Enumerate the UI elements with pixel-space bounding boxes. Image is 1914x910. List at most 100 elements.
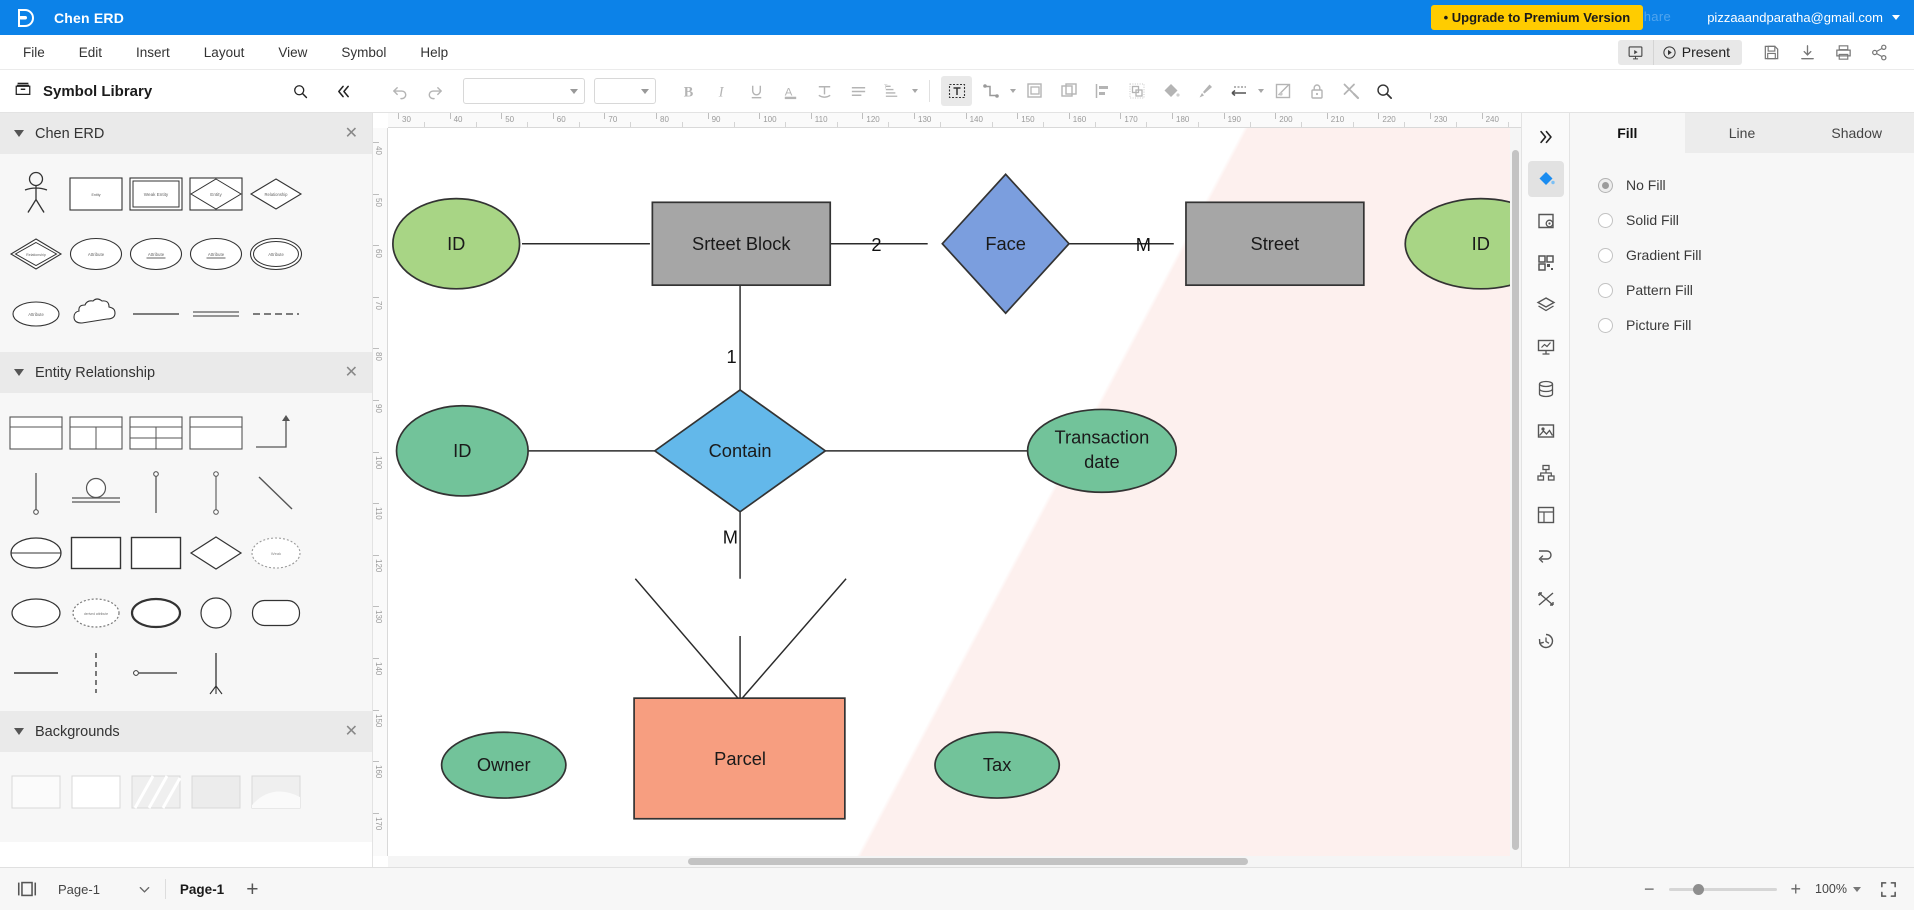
undo-icon[interactable]: [385, 76, 416, 106]
chevron-down-icon[interactable]: [1010, 89, 1016, 93]
shape-rect-diamond-entity[interactable]: Entity: [186, 164, 246, 224]
hierarchy-icon[interactable]: [1528, 455, 1564, 491]
print-icon[interactable]: [1826, 38, 1860, 66]
shape-bg-white[interactable]: [66, 762, 126, 822]
shape-cloud[interactable]: [66, 284, 126, 344]
shape-diamond-plain[interactable]: [186, 523, 246, 583]
menu-file[interactable]: File: [6, 39, 62, 66]
shape-multivalued-attribute[interactable]: Attribute: [246, 224, 306, 284]
shape-line-plain[interactable]: [6, 643, 66, 703]
zoom-level-select[interactable]: 100%: [1815, 882, 1861, 896]
edraw-logo-icon[interactable]: [14, 5, 40, 31]
fill-option-gradient-fill[interactable]: Gradient Fill: [1598, 247, 1914, 263]
page-view-icon[interactable]: [16, 879, 38, 899]
tab-shadow[interactable]: Shadow: [1799, 113, 1914, 153]
shape-line-dot-end[interactable]: [126, 643, 186, 703]
close-icon[interactable]: ✕: [345, 126, 358, 142]
fill-option-pattern-fill[interactable]: Pattern Fill: [1598, 282, 1914, 298]
shape-pin-up[interactable]: [126, 463, 186, 523]
shape-settings-icon[interactable]: [1528, 203, 1564, 239]
shape-circle-small[interactable]: [186, 583, 246, 643]
shape-bg-curve[interactable]: [246, 762, 306, 822]
shape-bg-grey[interactable]: [186, 762, 246, 822]
connector-route-icon[interactable]: [1528, 539, 1564, 575]
shape-blank[interactable]: [246, 643, 306, 703]
page-tab-page-1[interactable]: Page-1: [180, 882, 224, 897]
double-chevron-right-icon[interactable]: [1528, 119, 1564, 155]
shape-rect-plain-2[interactable]: [126, 523, 186, 583]
bold-icon[interactable]: B: [673, 76, 704, 106]
shape-pin-line-down[interactable]: [6, 463, 66, 523]
fullscreen-icon[interactable]: [1879, 880, 1898, 899]
shape-relationship-diamond[interactable]: Relationship: [246, 164, 306, 224]
shape-line-dashed[interactable]: [246, 284, 306, 344]
presentation-icon[interactable]: [1528, 329, 1564, 365]
shape-ellipse-divided[interactable]: [6, 523, 66, 583]
line-style-icon[interactable]: [1223, 76, 1254, 106]
menu-view[interactable]: View: [261, 39, 324, 66]
shape-attribute-small[interactable]: Attribute: [6, 284, 66, 344]
search-icon[interactable]: [285, 76, 316, 106]
add-page-button[interactable]: +: [246, 879, 258, 900]
shape-bg-stripes[interactable]: [126, 762, 186, 822]
shape-ellipse-thick[interactable]: [126, 583, 186, 643]
shape-line-single[interactable]: [126, 284, 186, 344]
menu-insert[interactable]: Insert: [119, 39, 187, 66]
shape-attribute-ellipse[interactable]: Attribute: [66, 224, 126, 284]
vertical-scrollbar[interactable]: [1510, 128, 1521, 856]
shape-rounded-rect[interactable]: [246, 583, 306, 643]
zoom-in-button[interactable]: +: [1791, 879, 1802, 900]
menu-edit[interactable]: Edit: [62, 39, 119, 66]
redo-icon[interactable]: [419, 76, 450, 106]
save-icon[interactable]: [1754, 38, 1788, 66]
horizontal-scrollbar[interactable]: [388, 856, 1521, 867]
font-size-select[interactable]: [594, 78, 656, 104]
library-group-entity-relationship[interactable]: Entity Relationship ✕: [0, 352, 372, 393]
edit-shape-icon[interactable]: [1267, 76, 1298, 106]
page-selector[interactable]: Page-1: [58, 882, 151, 897]
fill-option-picture-fill[interactable]: Picture Fill: [1598, 317, 1914, 333]
shape-line-double[interactable]: [186, 284, 246, 344]
chevron-down-icon[interactable]: [1258, 89, 1264, 93]
brush-icon[interactable]: [1189, 76, 1220, 106]
library-group-chen-erd[interactable]: Chen ERD ✕: [0, 113, 372, 154]
shape-bg-plain[interactable]: [6, 762, 66, 822]
menu-layout[interactable]: Layout: [187, 39, 262, 66]
connector-icon[interactable]: [975, 76, 1006, 106]
align-icon[interactable]: [843, 76, 874, 106]
image-icon[interactable]: [1528, 413, 1564, 449]
account-menu[interactable]: pizzaaandparatha@gmail.com: [1707, 10, 1900, 25]
shape-ellipse-plain[interactable]: [6, 583, 66, 643]
text-arc-icon[interactable]: [809, 76, 840, 106]
shape-corner-arrow[interactable]: [246, 403, 306, 463]
history-icon[interactable]: [1528, 623, 1564, 659]
shape-table-2row[interactable]: [6, 403, 66, 463]
shape-table-split[interactable]: [66, 403, 126, 463]
download-icon[interactable]: [1790, 38, 1824, 66]
fill-option-solid-fill[interactable]: Solid Fill: [1598, 212, 1914, 228]
close-icon[interactable]: ✕: [345, 365, 358, 381]
horizontal-ruler[interactable]: 3040506070809010011012013014015016017018…: [388, 113, 1521, 128]
underline-icon[interactable]: [741, 76, 772, 106]
layer-icon[interactable]: [1019, 76, 1050, 106]
er-diagram[interactable]: ID Srteet Block Face Street ID ID: [388, 128, 1521, 856]
shape-line-vertical-dashed[interactable]: [66, 643, 126, 703]
shape-double-diamond-relationship[interactable]: Relationship: [6, 224, 66, 284]
italic-icon[interactable]: I: [707, 76, 738, 106]
shape-weak-entity[interactable]: Weak Entity: [126, 164, 186, 224]
zoom-slider-handle[interactable]: [1693, 884, 1704, 895]
shape-table-3row[interactable]: [126, 403, 186, 463]
database-icon[interactable]: [1528, 371, 1564, 407]
shape-key-attribute-2[interactable]: Attribute: [186, 224, 246, 284]
tools-icon[interactable]: [1335, 76, 1366, 106]
shape-diagonal-line[interactable]: [246, 463, 306, 523]
menu-symbol[interactable]: Symbol: [324, 39, 403, 66]
shape-derived-attribute[interactable]: derived attribute: [66, 583, 126, 643]
canvas-viewport[interactable]: ID Srteet Block Face Street ID ID: [388, 128, 1521, 856]
font-color-icon[interactable]: A: [775, 76, 806, 106]
shape-rect-plain[interactable]: [66, 523, 126, 583]
vertical-ruler[interactable]: 405060708090100110120130140150160170180: [373, 128, 388, 856]
fill-bucket-icon[interactable]: [1155, 76, 1186, 106]
library-group-backgrounds[interactable]: Backgrounds ✕: [0, 711, 372, 752]
layers-icon[interactable]: [1528, 287, 1564, 323]
